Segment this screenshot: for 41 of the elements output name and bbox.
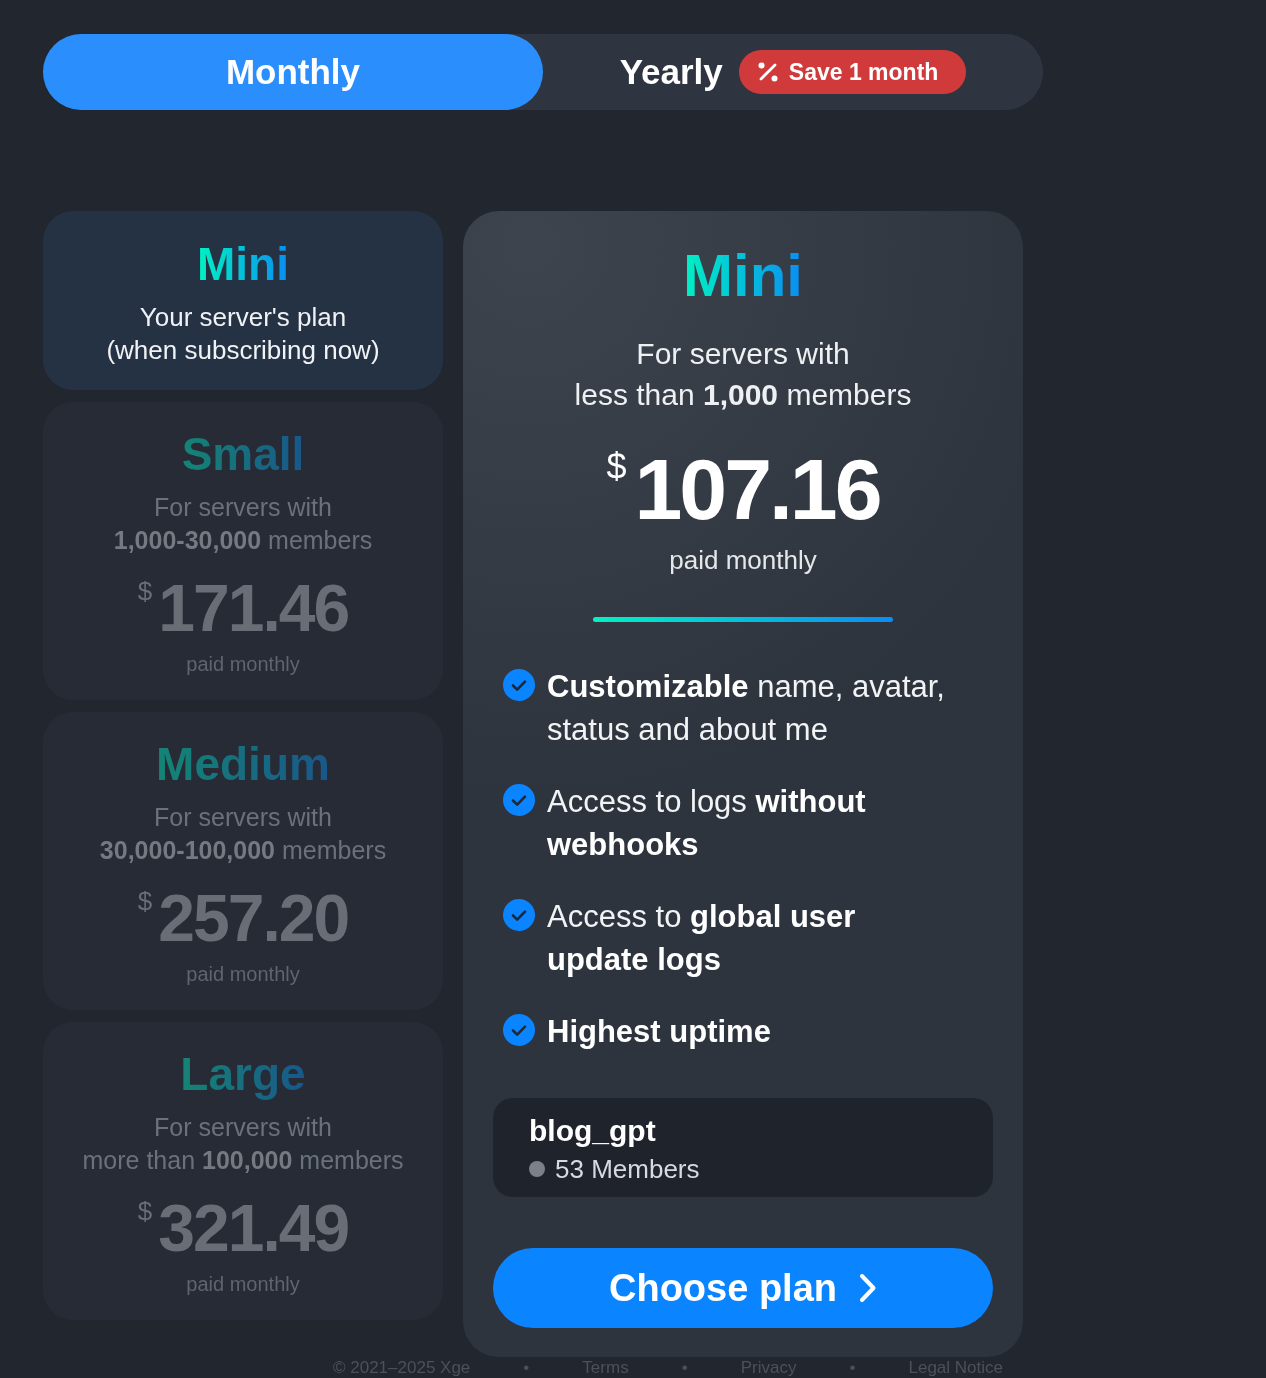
member-count: 53 Members <box>555 1153 700 1185</box>
plan-card[interactable]: Mini Your server's plan (when subscribing now) <box>43 211 443 390</box>
plan-description: For servers with 1,000-30,000 members <box>112 492 374 556</box>
price-amount: 171.46 <box>158 572 349 644</box>
check-icon <box>503 784 535 816</box>
percent-icon <box>756 61 779 83</box>
separator: • <box>849 1359 856 1377</box>
currency-symbol: $ <box>137 1196 153 1226</box>
feature-text: Access to logs without webhooks <box>547 783 867 864</box>
feature-text: Access to global user update logs <box>547 898 857 979</box>
feature-text: Highest uptime <box>547 1013 771 1051</box>
price-amount: 107.16 <box>634 440 880 539</box>
billing-period: paid monthly <box>185 1272 301 1297</box>
plan-card[interactable]: Medium For servers with 30,000-100,000 members $257.20 paid monthly <box>43 712 443 1010</box>
currency-symbol: $ <box>137 886 153 916</box>
server-name: blog_gpt <box>529 1113 657 1149</box>
plan-description: For servers with 30,000-100,000 members <box>98 802 388 866</box>
badge-label: Save 1 month <box>788 58 939 86</box>
check-icon <box>503 1014 535 1046</box>
separator: • <box>523 1359 530 1377</box>
choose-plan-button[interactable]: Choose plan <box>493 1248 993 1328</box>
plan-note: Your server's plan (when subscribing now) <box>105 301 381 367</box>
billing-period: paid monthly <box>668 544 818 577</box>
plan-description: For servers with more than 100,000 members <box>81 1112 405 1176</box>
check-icon <box>503 669 535 701</box>
billing-period: paid monthly <box>185 962 301 987</box>
status-dot-icon <box>529 1161 545 1177</box>
plan-card[interactable]: Large For servers with more than 100,000 members $321.49 paid monthly <box>43 1022 443 1320</box>
currency-symbol: $ <box>137 576 153 606</box>
separator: • <box>681 1359 688 1377</box>
price-amount: 257.20 <box>158 882 349 954</box>
chevron-right-icon <box>859 1273 877 1303</box>
check-icon <box>503 899 535 931</box>
billing-tab[interactable]: Monthly <box>43 34 543 110</box>
feature-text: Customizable name, avatar, status and about me <box>547 668 946 749</box>
billing-tab[interactable]: Yearly Save 1 month <box>543 34 1043 110</box>
price-amount: 321.49 <box>158 1192 349 1264</box>
currency-symbol: $ <box>606 447 627 487</box>
plan-description: For servers with less than 1,000 members <box>573 336 913 413</box>
plan-card[interactable]: Small For servers with 1,000-30,000 members $171.46 paid monthly <box>43 402 443 700</box>
billing-period: paid monthly <box>185 652 301 677</box>
